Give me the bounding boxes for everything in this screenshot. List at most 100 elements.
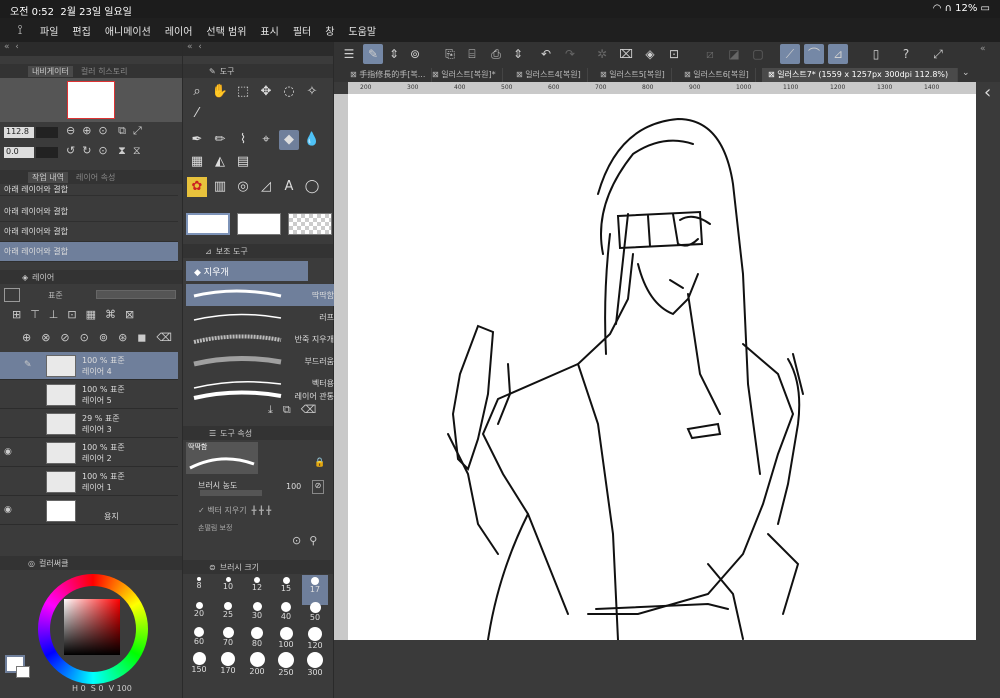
middle-collapse-bar[interactable]: « ‹ [183, 42, 333, 56]
app-logo-icon[interactable]: ⟟ [0, 23, 40, 38]
menu-view[interactable]: 표시 [260, 23, 278, 38]
menu-layer[interactable]: 레이어 [165, 23, 193, 38]
brush-size-option[interactable]: 200 [244, 650, 270, 680]
right-panel-expand-icon[interactable]: ‹ [984, 82, 991, 103]
subtool-item[interactable]: 부드러움 [186, 350, 342, 372]
history-item[interactable]: 아래 레이어와 결합 [0, 222, 178, 242]
brush-tool-icon[interactable]: ⌇ [233, 130, 253, 150]
blend-mode-select[interactable]: 표준 [48, 290, 63, 301]
frame-tool-icon[interactable]: ▤ [233, 152, 253, 172]
eye-icon[interactable]: ◉ [4, 505, 12, 515]
quick-access-icon[interactable]: ✎ [363, 44, 383, 64]
clear-icon[interactable]: ⌧ [616, 44, 636, 64]
brush-size-option[interactable]: 250 [273, 650, 299, 680]
help-icon[interactable]: ? [896, 44, 916, 64]
subtool-item[interactable]: 레이어 관통 [186, 388, 342, 400]
layer-color-mode[interactable] [4, 288, 20, 302]
pen-tool-icon[interactable]: ✒ [187, 130, 207, 150]
layer-row[interactable]: ◉ 100 % 표준 레이어 2 [0, 439, 178, 467]
brush-density-value[interactable]: 100 [286, 482, 301, 491]
rotation-input[interactable]: 0.0 [4, 147, 34, 158]
tool-property-tab[interactable]: 도구 속성 [220, 428, 252, 439]
zoom-slider[interactable] [36, 127, 58, 138]
text-tool-icon[interactable]: A [279, 177, 299, 197]
layer-action-icons[interactable]: ⊕⊗⊘⊙⊚⊛◼⌫ [22, 331, 182, 344]
invert-icon[interactable]: ◪ [724, 44, 744, 64]
eye-icon[interactable]: ◉ [4, 447, 12, 457]
navigator-tab[interactable]: 내비게이터 [28, 65, 73, 77]
brush-size-tab[interactable]: 브러시 크기 [220, 562, 259, 573]
magic-wand-icon[interactable]: ✧ [302, 82, 322, 102]
navigator-preview-area[interactable] [0, 78, 182, 122]
eraser-tool-icon[interactable]: ◆ [279, 130, 299, 150]
device-icon[interactable]: ▯ [866, 44, 886, 64]
brush-size-option[interactable]: 300 [302, 650, 328, 680]
history-item-selected[interactable]: 아래 레이어와 결합 [0, 242, 178, 262]
subtool-group[interactable]: ◆ 지우개 [186, 261, 308, 281]
saturation-value-square[interactable] [64, 599, 120, 655]
pressure-toggle-icon[interactable]: ⊘ [312, 480, 324, 494]
deselect-icon[interactable]: ⧄ [700, 44, 720, 64]
subtool-actions[interactable]: ⤓⧉⌫ [268, 403, 326, 417]
zoom-input[interactable]: 112.8 [4, 127, 34, 138]
blend-tool-icon[interactable]: 💧 [302, 130, 322, 150]
color-history-tab[interactable]: 컬러 히스토리 [81, 66, 128, 77]
menu-file[interactable]: 파일 [40, 23, 58, 38]
menu-window[interactable]: 창 [325, 23, 334, 38]
layer-row[interactable]: 100 % 표준 레이어 5 [0, 381, 178, 409]
lock-icon[interactable]: 🔒 [314, 458, 325, 468]
menu-edit[interactable]: 편집 [72, 23, 90, 38]
hide-icon[interactable]: ⊚ [405, 44, 425, 64]
snap-ruler-icon[interactable]: ⟋ [780, 44, 800, 64]
snap-grid-icon[interactable]: ⊿ [828, 44, 848, 64]
sub-color-swatch[interactable] [16, 666, 30, 678]
expand-icon[interactable]: ⇕ [384, 44, 404, 64]
color-circle-tab[interactable]: 컬러써클 [39, 558, 68, 569]
doc-tab-active[interactable]: ⊠ 일러스트7* (1559 x 1257px 300dpi 112.8%) [762, 68, 958, 82]
layer-row[interactable]: ◉ 용지 [0, 497, 178, 525]
menu-filter[interactable]: 필터 [293, 23, 311, 38]
tab-overflow-chevron-icon[interactable]: ⌄ [962, 68, 970, 78]
pencil-tool-icon[interactable]: ✏ [210, 130, 230, 150]
doc-tab[interactable]: ⊠ 手指修長的手[복... [344, 68, 433, 82]
menu-selection[interactable]: 선택 범위 [206, 23, 246, 38]
brush-size-option[interactable]: 170 [215, 650, 241, 680]
save-icon[interactable]: ⎙ [486, 44, 506, 64]
rotation-slider[interactable] [36, 147, 58, 158]
layer-lock-icons[interactable]: ⊞⊤⊥⊡▦⌘⊠ [12, 308, 143, 321]
rotation-controls[interactable]: ↺ ↻ ⊙ ⧗ ⧖ [66, 144, 141, 158]
layer-row[interactable]: 29 % 표준 레이어 3 [0, 410, 178, 438]
doc-tab[interactable]: ⊠ 일러스트5[복원] [594, 68, 672, 82]
tool-tab[interactable]: 도구 [220, 66, 235, 77]
subtool-tab[interactable]: 보조 도구 [216, 246, 248, 257]
fill-tool-icon[interactable]: ◭ [210, 152, 230, 172]
airbrush-tool-icon[interactable]: ⌖ [256, 130, 276, 150]
sub-color-chip[interactable] [237, 213, 281, 235]
ruler-tool-icon[interactable]: ◿ [256, 177, 276, 197]
drawing-paper[interactable] [348, 94, 976, 641]
right-collapse-icon[interactable]: « [980, 44, 986, 54]
brush-size-option[interactable]: 150 [186, 650, 212, 680]
spinner-icon[interactable]: ✲ [592, 44, 612, 64]
gradient-tool-icon[interactable]: ▥ [210, 177, 230, 197]
object-tool-icon[interactable]: ⬚ [233, 82, 253, 102]
history-tab[interactable]: 작업 내역 [28, 171, 68, 183]
vector-erase-row[interactable]: ✓ 벡터 지우기 ╋ ╋ ╋ [198, 505, 271, 516]
menu-help[interactable]: 도움말 [348, 23, 376, 38]
move-tool-icon[interactable]: ✥ [256, 82, 276, 102]
stepper-icon[interactable]: ⇕ [508, 44, 528, 64]
doc-tab[interactable]: ⊠ 일러스트4[복원] [510, 68, 588, 82]
balloon-tool-icon[interactable]: ◯ [302, 177, 322, 197]
crop-icon[interactable]: ⊡ [664, 44, 684, 64]
zoom-tool-icon[interactable]: ⌕ [187, 82, 207, 102]
redo-icon[interactable]: ↷ [560, 44, 580, 64]
doc-tab[interactable]: ⊠ 일러스트[복원]* [426, 68, 503, 82]
lasso-tool-icon[interactable]: ◌ [279, 82, 299, 102]
main-color-chip[interactable] [186, 213, 230, 235]
layer-tab[interactable]: 레이어 [32, 272, 54, 283]
history-item[interactable]: 아래 레이어와 결합 [0, 184, 178, 196]
doc-tab[interactable]: ⊠ 일러스트6[복원] [678, 68, 756, 82]
layer-row[interactable]: 100 % 표준 레이어 1 [0, 468, 178, 496]
grid-tool-icon[interactable]: ▦ [187, 152, 207, 172]
menu-animation[interactable]: 애니메이션 [105, 23, 151, 38]
